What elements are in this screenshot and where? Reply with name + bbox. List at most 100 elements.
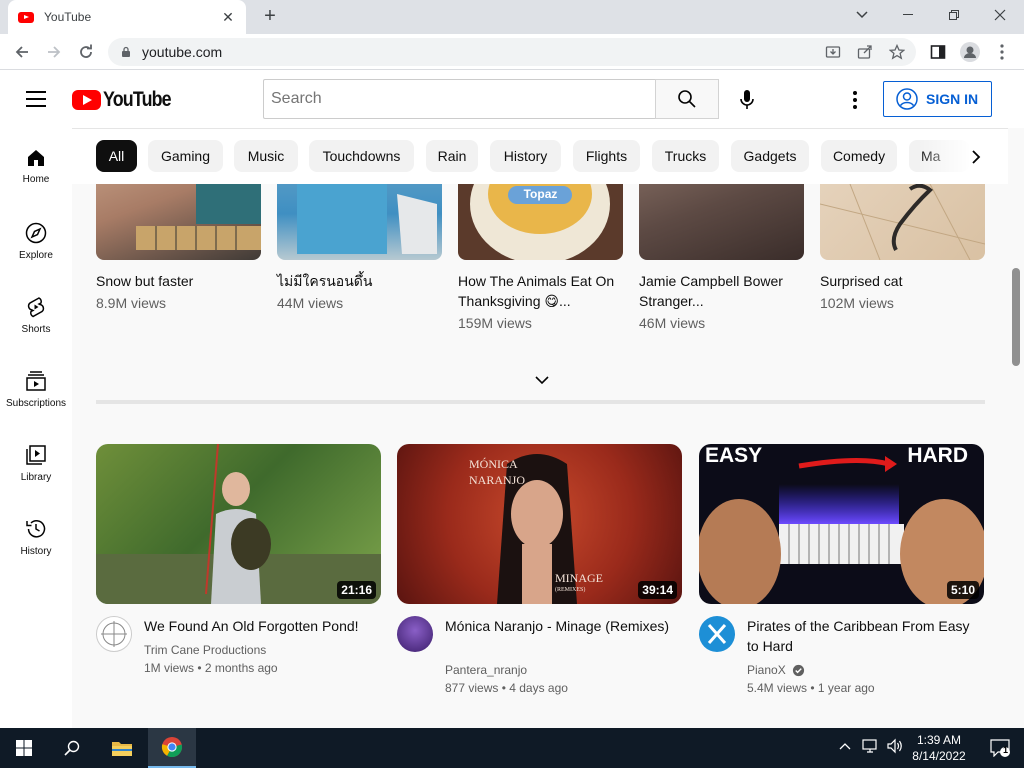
search-button[interactable] xyxy=(655,79,719,119)
page-scrollbar[interactable] xyxy=(1008,184,1024,728)
sidebar-item-label: Shorts xyxy=(21,324,51,335)
lock-icon xyxy=(122,46,130,57)
channel-name[interactable]: Trim Cane Productions xyxy=(144,643,266,657)
forward-button[interactable] xyxy=(42,40,66,64)
windows-taskbar: 1:39 AM 8/14/2022 1 xyxy=(0,728,1024,768)
show-hidden-icons-button[interactable] xyxy=(839,738,851,753)
video-thumbnail[interactable]: 21:16 xyxy=(96,444,381,604)
channel-avatar[interactable] xyxy=(699,616,735,652)
scrollbar-thumb[interactable] xyxy=(1012,268,1020,366)
video-meta: 877 views • 4 days ago xyxy=(445,681,568,695)
chip-gadgets[interactable]: Gadgets xyxy=(731,140,809,172)
chip-history[interactable]: History xyxy=(490,140,561,172)
thumbnail-text: (REMIXES) xyxy=(555,587,586,593)
chip-touchdowns[interactable]: Touchdowns xyxy=(309,140,414,172)
chip-flights[interactable]: Flights xyxy=(573,140,640,172)
short-title: ไม่มีใครนอนดึ้น xyxy=(277,273,373,289)
youtube-logo[interactable]: YouTube xyxy=(72,88,183,112)
bookmark-star-icon[interactable] xyxy=(888,43,906,61)
video-title[interactable]: Pirates of the Caribbean From Easy to Ha… xyxy=(747,616,984,656)
chips-next-button[interactable] xyxy=(964,145,988,169)
video-thumbnail[interactable]: MÓNICA NARANJO MINAGE (REMIXES) 39:14 xyxy=(397,444,682,604)
sidebar-item-explore[interactable]: Explore xyxy=(0,202,72,276)
short-thumbnail[interactable] xyxy=(820,184,985,260)
video-title[interactable]: We Found An Old Forgotten Pond! xyxy=(144,616,381,636)
close-window-button[interactable] xyxy=(978,0,1022,30)
video-title[interactable]: Mónica Naranjo - Minage (Remixes) xyxy=(445,616,682,636)
thumbnail-text: HARD xyxy=(907,444,968,467)
short-thumbnail[interactable] xyxy=(639,184,804,260)
chip-gaming[interactable]: Gaming xyxy=(148,140,223,172)
search-icon xyxy=(64,740,80,756)
back-button[interactable] xyxy=(10,40,34,64)
share-icon[interactable] xyxy=(856,43,874,61)
sidebar-item-label: Explore xyxy=(19,250,53,261)
install-app-icon[interactable] xyxy=(824,43,842,61)
start-button[interactable] xyxy=(0,728,48,768)
short-thumbnail[interactable] xyxy=(96,184,261,260)
chip-music[interactable]: Music xyxy=(234,140,298,172)
video-card[interactable]: EASY HARD 5:10 Pirates of the Caribbean … xyxy=(699,444,984,695)
youtube-play-icon xyxy=(72,90,101,110)
hamburger-menu-icon[interactable] xyxy=(26,91,46,107)
video-card[interactable]: 21:16 We Found An Old Forgotten Pond! Tr… xyxy=(96,444,381,675)
thumbnail-text: NARANJO xyxy=(469,473,526,487)
volume-icon[interactable] xyxy=(886,738,904,757)
minimize-window-button[interactable] xyxy=(886,0,930,30)
section-divider xyxy=(96,400,985,404)
voice-search-button[interactable] xyxy=(735,88,759,112)
video-duration: 39:14 xyxy=(638,581,677,599)
chip-all[interactable]: All xyxy=(96,140,137,172)
reload-button[interactable] xyxy=(74,40,98,64)
search-input[interactable] xyxy=(263,79,656,119)
network-icon[interactable] xyxy=(862,738,880,757)
short-views: 46M views xyxy=(639,315,706,331)
sidebar-item-home[interactable]: Home xyxy=(0,128,72,202)
thumbnail-text: MINAGE xyxy=(555,571,603,585)
video-card[interactable]: MÓNICA NARANJO MINAGE (REMIXES) 39:14 Mó… xyxy=(397,444,682,695)
chevron-down-icon xyxy=(535,376,549,385)
browser-tab-youtube[interactable]: YouTube ✕ xyxy=(8,0,246,34)
sidebar-item-subscriptions[interactable]: Subscriptions xyxy=(0,350,72,424)
short-thumbnail[interactable] xyxy=(277,184,442,260)
sidebar-item-library[interactable]: Library xyxy=(0,424,72,498)
address-bar[interactable]: youtube.com xyxy=(108,38,916,66)
sidebar-item-label: Home xyxy=(22,174,50,185)
chip-trucks[interactable]: Trucks xyxy=(652,140,719,172)
chip-comedy[interactable]: Comedy xyxy=(821,140,897,172)
chip-rain[interactable]: Rain xyxy=(426,140,478,172)
settings-menu-icon[interactable] xyxy=(843,88,867,112)
tab-search-icon[interactable] xyxy=(840,0,884,30)
short-views: 159M views xyxy=(458,315,532,331)
channel-name-text: Pantera_nranjo xyxy=(445,663,528,677)
channel-avatar[interactable] xyxy=(96,616,132,652)
taskbar-search-button[interactable] xyxy=(48,728,96,768)
chrome-taskbar-button[interactable] xyxy=(148,728,196,768)
chrome-icon xyxy=(161,737,183,758)
library-icon xyxy=(26,445,46,465)
side-panel-icon[interactable] xyxy=(926,40,950,64)
action-center-button[interactable]: 1 xyxy=(976,728,1024,768)
taskbar-clock[interactable]: 1:39 AM 8/14/2022 xyxy=(908,732,970,764)
profile-avatar-icon[interactable] xyxy=(958,40,982,64)
channel-name[interactable]: PianoX xyxy=(747,663,805,677)
restore-window-button[interactable] xyxy=(932,0,976,30)
file-explorer-button[interactable] xyxy=(98,728,146,768)
sign-in-button[interactable]: SIGN IN xyxy=(883,81,992,117)
tab-close-icon[interactable]: ✕ xyxy=(220,9,236,26)
microphone-icon xyxy=(740,90,754,109)
short-thumbnail[interactable]: Topaz xyxy=(458,184,623,260)
sidebar-item-history[interactable]: History xyxy=(0,498,72,572)
sidebar-item-shorts[interactable]: Shorts xyxy=(0,276,72,350)
channel-name-text: Trim Cane Productions xyxy=(144,643,267,657)
video-thumbnail[interactable]: EASY HARD 5:10 xyxy=(699,444,984,604)
channel-name[interactable]: Pantera_nranjo xyxy=(445,663,527,677)
channel-avatar[interactable] xyxy=(397,616,433,652)
channel-name-text: PianoX xyxy=(747,663,786,677)
show-more-shorts-button[interactable] xyxy=(530,368,554,392)
new-tab-button[interactable]: + xyxy=(258,4,282,28)
chrome-menu-icon[interactable] xyxy=(990,40,1014,64)
video-meta: 5.4M views • 1 year ago xyxy=(747,681,875,695)
short-views: 8.9M views xyxy=(96,295,167,311)
account-circle-icon xyxy=(896,88,918,110)
